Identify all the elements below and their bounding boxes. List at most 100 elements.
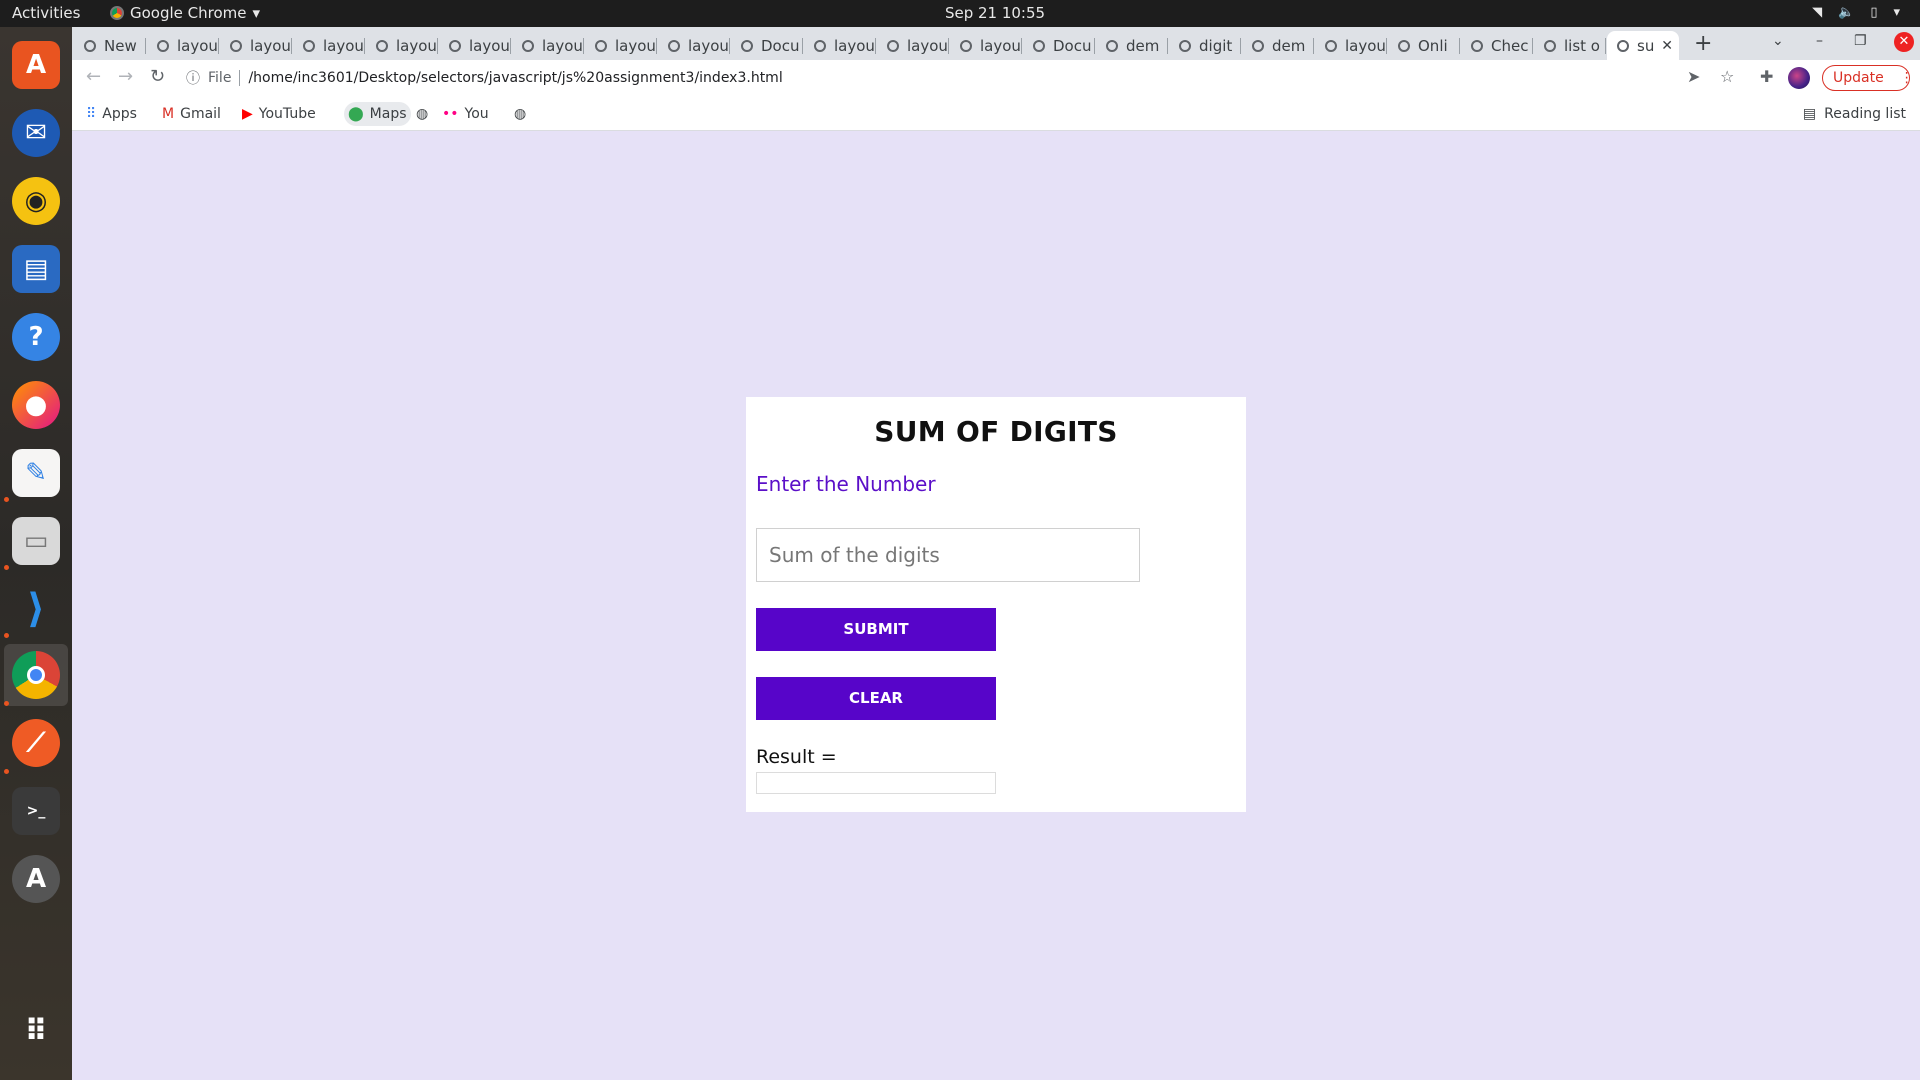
back-icon[interactable]: ←	[86, 66, 101, 87]
tab-label: layou	[396, 36, 437, 55]
browser-tab[interactable]: layou	[950, 31, 1022, 60]
restore-icon[interactable]: ❐	[1854, 33, 1867, 49]
bookmark-item[interactable]: M Gmail	[158, 102, 225, 126]
globe-icon	[449, 39, 461, 52]
browser-tab[interactable]: layou	[293, 31, 365, 60]
clock[interactable]: Sep 21 10:55	[0, 4, 1920, 22]
system-top-bar: Activities Google Chrome ▾ Sep 21 10:55 …	[0, 0, 1920, 27]
new-tab-icon[interactable]: +	[1694, 31, 1712, 56]
bookmark-item[interactable]: ◍	[412, 102, 432, 126]
minimize-icon[interactable]: –	[1816, 33, 1823, 49]
browser-tab[interactable]: layou	[585, 31, 657, 60]
libreoffice-writer-icon[interactable]: ▤	[12, 245, 60, 293]
vscode-icon[interactable]: ⟩	[12, 585, 60, 633]
chevron-down-icon: ▾	[1893, 5, 1900, 20]
number-input[interactable]	[756, 528, 1140, 582]
browser-tab[interactable]: Chec	[1461, 31, 1533, 60]
system-tray[interactable]: ◥ 🔈 ▯ ▾	[1812, 5, 1900, 20]
extensions-icon[interactable]: ✚	[1760, 67, 1773, 86]
browser-tab[interactable]: layou	[1315, 31, 1387, 60]
tab-label: Chec	[1491, 36, 1529, 55]
globe-icon	[960, 39, 972, 52]
chrome-icon[interactable]	[12, 651, 60, 699]
running-indicator	[4, 633, 9, 638]
text-editor-icon[interactable]: ✎	[12, 449, 60, 497]
tab-label: Docu	[1053, 36, 1092, 55]
browser-tab[interactable]: layou	[877, 31, 949, 60]
files-icon[interactable]: ▭	[12, 517, 60, 565]
update-label: Update	[1833, 70, 1884, 86]
postman-icon[interactable]: ⟋	[12, 719, 60, 767]
browser-tab[interactable]: digit	[1169, 31, 1241, 60]
address-bar[interactable]: ⓘ File /home/inc3601/Desktop/selectors/j…	[178, 63, 1723, 93]
browser-tab[interactable]: Onli	[1388, 31, 1460, 60]
tab-search-icon[interactable]: ⌄	[1772, 33, 1784, 49]
browser-tab[interactable]: Docu	[731, 31, 803, 60]
firefox-icon[interactable]: ●	[12, 381, 60, 429]
update-button[interactable]: Update ⋮	[1822, 65, 1914, 91]
more-vert-icon: ⋮	[1899, 70, 1914, 86]
bookmark-star-icon[interactable]: ☆	[1720, 67, 1734, 86]
bookmark-item[interactable]: •• You	[438, 102, 493, 126]
tab-label: layou	[1345, 36, 1386, 55]
send-icon[interactable]: ➤	[1687, 67, 1700, 86]
show-applications-icon[interactable]: ⠿	[12, 1007, 60, 1055]
browser-tab[interactable]: dem	[1096, 31, 1168, 60]
globe-icon	[741, 39, 753, 52]
browser-tab[interactable]: layou	[658, 31, 730, 60]
globe-icon: ◍	[514, 106, 527, 122]
clear-button[interactable]: CLEAR	[756, 677, 996, 720]
profile-avatar[interactable]	[1788, 67, 1810, 89]
reading-list-label: Reading list	[1824, 106, 1906, 122]
browser-tab[interactable]: New	[74, 31, 146, 60]
browser-tab[interactable]: layou	[147, 31, 219, 60]
running-indicator	[4, 769, 9, 774]
tab-label: layou	[688, 36, 729, 55]
tab-label: layou	[323, 36, 364, 55]
globe-icon	[157, 39, 169, 52]
info-icon[interactable]: ⓘ	[186, 68, 200, 88]
software-updater-icon[interactable]: A	[12, 855, 60, 903]
browser-tab[interactable]: layou	[439, 31, 511, 60]
globe-icon	[522, 39, 534, 52]
globe-icon	[887, 39, 899, 52]
thunderbird-icon[interactable]: ✉	[12, 109, 60, 157]
submit-button[interactable]: SUBMIT	[756, 608, 996, 651]
globe-icon	[1398, 39, 1410, 52]
battery-icon: ▯	[1870, 5, 1878, 20]
rhythmbox-icon[interactable]: ◉	[12, 177, 60, 225]
tab-label: layou	[542, 36, 583, 55]
globe-icon	[1325, 39, 1337, 52]
close-tab-icon[interactable]: ✕	[1661, 38, 1673, 54]
close-window-icon[interactable]: ✕	[1894, 32, 1914, 52]
bookmark-item[interactable]: ◍	[510, 102, 530, 126]
running-indicator	[4, 565, 9, 570]
help-icon[interactable]: ?	[12, 313, 60, 361]
browser-tab[interactable]: list o	[1534, 31, 1606, 60]
reading-list-button[interactable]: ▤ Reading list	[1803, 106, 1906, 122]
ubuntu-software-icon[interactable]: A	[12, 41, 60, 89]
bookmark-item[interactable]: ⠿ Apps	[82, 102, 141, 126]
reload-icon[interactable]: ↻	[150, 66, 165, 87]
tab-label: Onli	[1418, 36, 1448, 55]
bookmark-label: You	[464, 106, 489, 122]
bookmark-label: Maps	[369, 106, 407, 122]
terminal-icon[interactable]: >_	[12, 787, 60, 835]
browser-tab[interactable]: dem	[1242, 31, 1314, 60]
tab-label: digit	[1199, 36, 1233, 55]
browser-tab[interactable]: layou	[804, 31, 876, 60]
browser-tab[interactable]: su ✕	[1607, 31, 1679, 60]
forward-icon[interactable]: →	[118, 66, 133, 87]
url-text[interactable]: /home/inc3601/Desktop/selectors/javascri…	[248, 70, 782, 86]
browser-tab[interactable]: layou	[366, 31, 438, 60]
browser-tab[interactable]: Docu	[1023, 31, 1095, 60]
bookmark-item[interactable]: ▶ YouTube	[238, 102, 320, 126]
browser-tab[interactable]: layou	[220, 31, 292, 60]
browser-tab[interactable]: layou	[512, 31, 584, 60]
bookmark-item[interactable]: ⬤ Maps	[344, 102, 411, 126]
volume-icon: 🔈	[1838, 5, 1855, 20]
globe-icon	[595, 39, 607, 52]
result-label: Result =	[756, 746, 837, 768]
browser-toolbar: ← → ↻ ⓘ File /home/inc3601/Desktop/selec…	[72, 60, 1920, 96]
globe-icon	[1106, 39, 1118, 52]
